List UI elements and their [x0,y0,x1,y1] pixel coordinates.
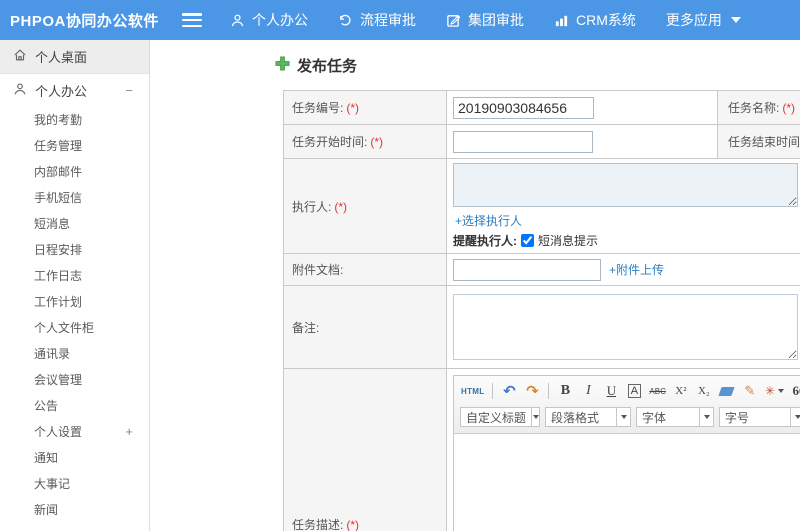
bar-chart-icon [554,13,569,28]
menu-icon[interactable] [182,13,202,27]
edit-icon [446,13,461,28]
start-time-input[interactable] [453,130,593,153]
executor-textarea[interactable] [453,163,798,207]
sidebar-item-file-cabinet[interactable]: 个人文件柜 [0,314,149,340]
user-icon [230,13,245,28]
nav-crm-system[interactable]: CRM系统 [554,10,636,30]
executor-label: 执行人: (*) [283,158,447,254]
redo-icon[interactable]: ↷ [523,381,541,401]
rich-text-editor: HTML ↶ ↷ B I U A ABC X² X₂ ✎ ✳ 6 自定义标题 段… [453,375,800,531]
sidebar-item-personal-settings[interactable]: 个人设置 + [0,418,149,444]
editor-toolbar: HTML ↶ ↷ B I U A ABC X² X₂ ✎ ✳ 6 自定义标题 段… [454,376,800,434]
sidebar-menu: 我的考勤 任务管理 内部邮件 手机短信 短消息 日程安排 工作日志 工作计划 个… [0,106,149,522]
task-desc-label: 任务描述: (*) [283,368,447,531]
sms-remind-label: 短消息提示 [538,234,599,248]
sidebar-item-notice[interactable]: 通知 [0,444,149,470]
task-name-label: 任务名称: (*) [717,90,800,125]
end-time-label: 任务结束时间:(*) [717,124,800,159]
user-icon [13,82,27,99]
strikethrough-button[interactable]: ABC [648,381,666,401]
plus-icon [275,56,290,75]
sidebar-item-meeting[interactable]: 会议管理 [0,366,149,392]
sidebar: 个人桌面 个人办公 − 我的考勤 任务管理 内部邮件 手机短信 短消息 日程安排… [0,40,150,531]
expand-icon[interactable]: + [125,424,133,439]
remark-label: 备注: [283,285,447,369]
blockquote-button[interactable]: 66 [790,381,800,401]
attachment-input[interactable] [453,258,601,281]
sidebar-item-attendance[interactable]: 我的考勤 [0,106,149,132]
autotypeset-button[interactable]: A [627,384,642,398]
main-content: 发布任务 任务编号:(*) 任务名称:(*) [150,40,800,531]
sidebar-item-task-management[interactable]: 任务管理 [0,132,149,158]
nav-more-apps[interactable]: 更多应用 [666,10,741,30]
top-header: PHPOA协同办公软件 个人办公 流程审批 集团审批 CRM系统 更多应用 [0,0,800,40]
font-size-select[interactable]: 字号 [719,407,800,427]
nav-personal-office[interactable]: 个人办公 [230,10,308,30]
collapse-icon[interactable]: − [125,83,133,98]
remind-executor-label: 提醒执行人: [453,234,517,248]
sidebar-item-schedule[interactable]: 日程安排 [0,236,149,262]
superscript-button[interactable]: X² [672,381,690,401]
attachment-label: 附件文档: [283,253,447,286]
task-no-label: 任务编号: (*) [283,90,447,125]
sidebar-item-work-diary[interactable]: 工作日志 [0,262,149,288]
start-time-label: 任务开始时间: (*) [283,124,447,159]
html-source-button[interactable]: HTML [460,381,485,401]
font-family-select[interactable]: 字体 [636,407,714,427]
top-nav: 个人办公 流程审批 集团审批 CRM系统 更多应用 [230,10,741,30]
sidebar-item-internal-mail[interactable]: 内部邮件 [0,158,149,184]
task-no-input[interactable] [453,96,594,119]
subscript-button[interactable]: X₂ [695,381,713,401]
eraser-icon[interactable] [718,381,736,401]
sidebar-item-sms[interactable]: 手机短信 [0,184,149,210]
sidebar-item-short-message[interactable]: 短消息 [0,210,149,236]
sidebar-item-contacts[interactable]: 通讯录 [0,340,149,366]
attachment-upload-link[interactable]: +附件上传 [609,261,664,278]
magic-format-icon[interactable]: ✳ [764,381,785,401]
undo-icon[interactable]: ↶ [500,381,518,401]
remark-textarea[interactable] [453,294,798,360]
sidebar-item-work-plan[interactable]: 工作计划 [0,288,149,314]
caret-down-icon [730,17,741,23]
sidebar-item-events[interactable]: 大事记 [0,470,149,496]
nav-group-approval[interactable]: 集团审批 [446,10,524,30]
sms-remind-checkbox[interactable] [521,234,534,247]
process-arrow-icon [338,13,353,28]
home-icon [13,48,27,65]
sidebar-item-desktop[interactable]: 个人桌面 [0,40,149,74]
sidebar-section-personal-office[interactable]: 个人办公 − [0,74,149,106]
nav-workflow-approval[interactable]: 流程审批 [338,10,416,30]
editor-content-area[interactable] [454,434,800,531]
format-brush-icon[interactable]: ✎ [741,381,759,401]
sidebar-item-announcement[interactable]: 公告 [0,392,149,418]
bold-button[interactable]: B [556,381,574,401]
custom-title-select[interactable]: 自定义标题 [460,407,540,427]
sidebar-item-news[interactable]: 新闻 [0,496,149,522]
app-logo: PHPOA协同办公软件 [10,12,159,30]
choose-executor-link[interactable]: +选择执行人 [455,212,800,229]
page-title: 发布任务 [275,55,800,76]
publish-task-form: 任务编号:(*) 任务名称:(*) 任务开始时间:(*) [283,90,800,531]
italic-button[interactable]: I [579,381,597,401]
underline-button[interactable]: U [602,381,620,401]
paragraph-format-select[interactable]: 段落格式 [545,407,631,427]
